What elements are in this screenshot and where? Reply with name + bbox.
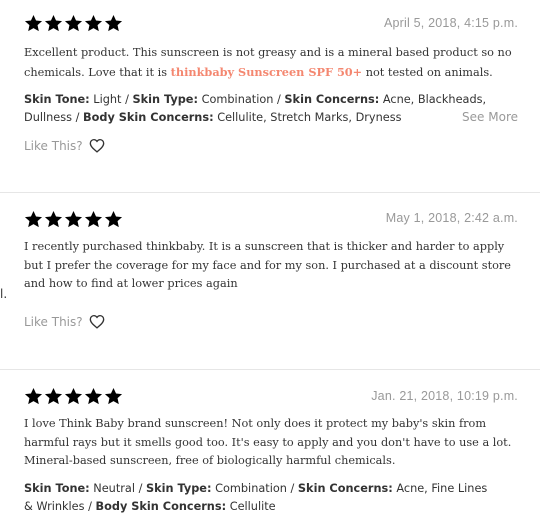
like-label: Like This? — [24, 138, 83, 153]
skin-tone-value: Neutral — [93, 482, 135, 495]
star-rating — [24, 210, 123, 229]
heart-icon[interactable] — [89, 138, 105, 153]
skin-type-label: Skin Type: — [145, 482, 212, 495]
star-rating — [24, 387, 123, 406]
review-text: I love Think Baby brand sunscreen! Not o… — [24, 417, 512, 467]
review-text: I recently purchased thinkbaby. It is a … — [24, 240, 511, 290]
heart-icon[interactable] — [89, 314, 105, 329]
review-divider — [0, 192, 540, 193]
like-label: Like This? — [24, 314, 83, 329]
star-icon — [104, 387, 123, 406]
skin-type-label: Skin Type: — [132, 93, 198, 106]
skin-tone-label: Skin Tone: — [24, 93, 90, 106]
star-icon — [24, 14, 43, 33]
like-button[interactable]: Like This? — [24, 138, 105, 153]
star-icon — [64, 14, 83, 33]
star-icon — [44, 210, 63, 229]
star-icon — [104, 14, 123, 33]
like-button[interactable]: Like This? — [24, 314, 105, 329]
review-divider — [0, 369, 540, 370]
review-date: April 5, 2018, 4:15 p.m. — [383, 16, 518, 30]
star-icon — [44, 387, 63, 406]
skin-concerns-label: Skin Concerns: — [284, 93, 380, 106]
see-more-link[interactable]: See More — [462, 110, 518, 124]
skin-concerns-label: Skin Concerns: — [297, 482, 393, 495]
skin-tone-label: Skin Tone: — [24, 482, 90, 495]
star-icon — [104, 210, 123, 229]
product-link[interactable]: thinkbaby Sunscreen SPF 50+ — [171, 65, 362, 79]
skin-tone-value: Light — [93, 93, 122, 106]
star-icon — [64, 387, 83, 406]
star-icon — [64, 210, 83, 229]
star-icon — [44, 14, 63, 33]
body-concerns-label: Body Skin Concerns: — [83, 111, 214, 124]
body-concerns-label: Body Skin Concerns: — [95, 500, 227, 513]
star-icon — [84, 387, 103, 406]
review-date: May 1, 2018, 2:42 a.m. — [385, 211, 518, 225]
star-icon — [84, 210, 103, 229]
skin-type-value: Combination — [201, 93, 274, 106]
skin-type-value: Combination — [215, 482, 287, 495]
body-concerns-value: Cellulite — [229, 500, 276, 513]
body-concerns-value: Cellulite, Stretch Marks, Dryness — [217, 111, 402, 124]
review-text: Excellent product. This sunscreen is not… — [24, 44, 524, 82]
star-icon — [24, 387, 43, 406]
review-date: Jan. 21, 2018, 10:19 p.m. — [371, 389, 518, 403]
star-icon — [84, 14, 103, 33]
star-rating — [24, 14, 123, 33]
skin-attributes: Skin Tone: Neutral / Skin Type: Combinat… — [24, 482, 488, 513]
skin-attributes: Skin Tone: Light / Skin Type: Combinatio… — [24, 93, 487, 124]
star-icon — [24, 210, 43, 229]
review-text-after: not tested on animals. — [362, 65, 493, 79]
stray-text: l. — [0, 287, 8, 301]
